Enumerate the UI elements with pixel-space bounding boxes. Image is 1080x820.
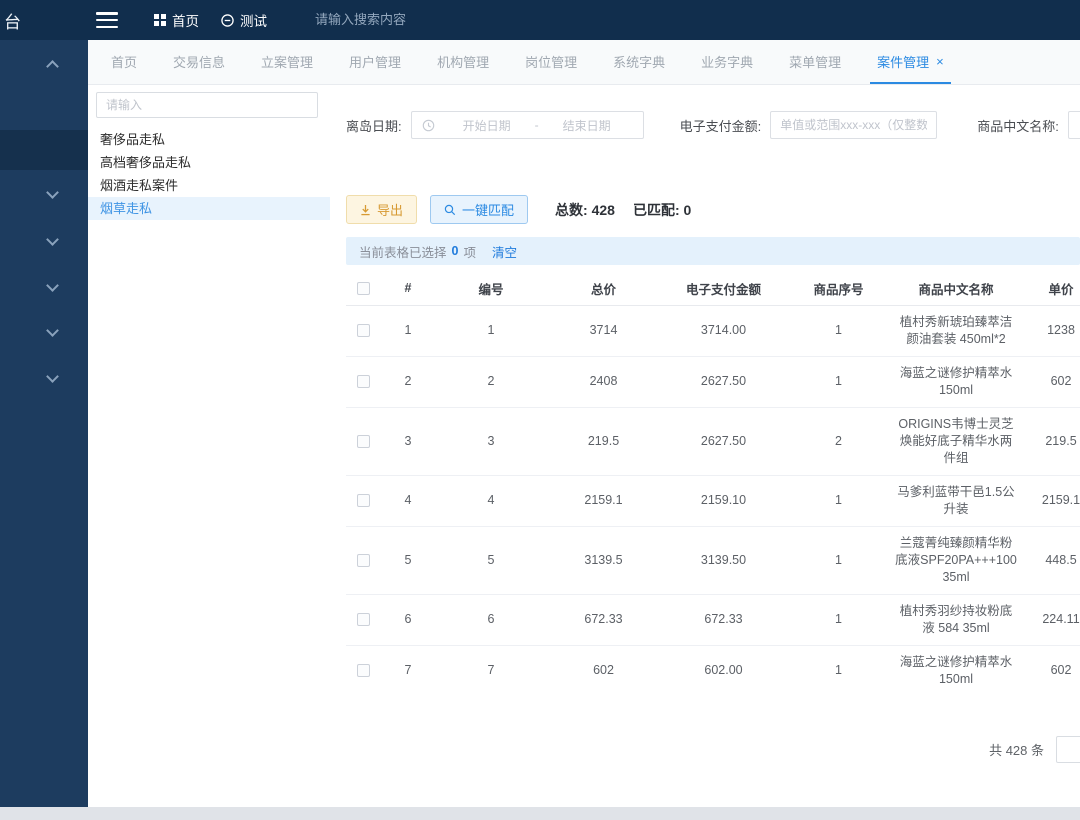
nav-home[interactable]: 首页 — [154, 10, 199, 30]
clear-selection-link[interactable]: 清空 — [492, 242, 517, 261]
toolbar: 导出 一键匹配 总数: 428 已匹配: 0 — [346, 195, 1080, 224]
left-sidebar — [0, 40, 88, 820]
tab-system-dict[interactable]: 系统字典 — [606, 40, 672, 84]
row-checkbox[interactable] — [357, 375, 370, 388]
export-button[interactable]: 导出 — [346, 195, 417, 224]
table-row: 3 3 219.5 2627.50 2 ORIGINS韦博士灵芝焕能好底子精华水… — [346, 407, 1080, 475]
main-panel: 离岛日期: 开始日期 - 结束日期 电子支付金额: 商品中文名称: — [330, 85, 1080, 820]
total-records-text: 共 428 条 — [989, 740, 1044, 759]
row-checkbox[interactable] — [357, 664, 370, 677]
app-logo: 台 — [0, 8, 96, 33]
select-all-checkbox[interactable] — [357, 282, 370, 295]
col-header-unit-price[interactable]: 单价 — [1021, 272, 1080, 305]
pagination-footer: 共 428 条 — [346, 736, 1080, 763]
tab-business-dict[interactable]: 业务字典 — [694, 40, 760, 84]
selection-bar: 当前表格已选择 0 项 清空 — [346, 237, 1080, 265]
col-header-product-seq[interactable]: 商品序号 — [786, 272, 891, 305]
tree-item-tobacco-selected[interactable]: 烟草走私 — [88, 197, 330, 220]
chevron-up-icon[interactable] — [48, 62, 57, 71]
table-row: 6 6 672.33 672.33 1 植村秀羽纱持妆粉底液 584 35ml … — [346, 594, 1080, 645]
export-button-label: 导出 — [377, 200, 403, 219]
date-filter-label: 离岛日期: — [346, 116, 402, 135]
row-checkbox[interactable] — [357, 613, 370, 626]
hamburger-menu-icon[interactable] — [96, 12, 120, 28]
matched-count: 已匹配: 0 — [633, 200, 691, 220]
clock-icon — [422, 119, 435, 132]
tab-menu-mgmt[interactable]: 菜单管理 — [782, 40, 848, 84]
tab-post-mgmt[interactable]: 岗位管理 — [518, 40, 584, 84]
chevron-down-icon[interactable] — [48, 188, 57, 197]
chevron-down-icon[interactable] — [48, 281, 57, 290]
case-type-panel: 奢侈品走私 高档奢侈品走私 烟酒走私案件 烟草走私 — [88, 85, 330, 820]
nav-home-label: 首页 — [172, 10, 199, 30]
nav-test[interactable]: 测试 — [221, 10, 267, 30]
download-icon — [360, 204, 371, 216]
col-header-epay-amount[interactable]: 电子支付金额 — [661, 272, 786, 305]
tree-item-highend-luxury[interactable]: 高档奢侈品走私 — [88, 151, 330, 174]
circle-minus-icon — [221, 14, 234, 27]
nav-test-label: 测试 — [240, 10, 267, 30]
col-header-total-price[interactable]: 总价 — [546, 272, 661, 305]
tab-bar: 首页 交易信息 立案管理 用户管理 机构管理 岗位管理 系统字典 业务字典 菜单… — [88, 40, 1080, 85]
table-header-row: # 编号 总价 电子支付金额 商品序号 商品中文名称 单价 — [346, 272, 1080, 305]
table-row: 2 2 2408 2627.50 1 海蓝之谜修护精萃水 150ml 602 — [346, 356, 1080, 407]
chevron-down-icon[interactable] — [48, 235, 57, 244]
match-button-label: 一键匹配 — [462, 200, 514, 219]
tab-case-filing[interactable]: 立案管理 — [254, 40, 320, 84]
table-row: 5 5 3139.5 3139.50 1 兰蔻菁纯臻颜精华粉底液SPF20PA+… — [346, 526, 1080, 594]
table-row: 7 7 602 602.00 1 海蓝之谜修护精萃水 150ml 602 — [346, 645, 1080, 690]
product-name-filter-label: 商品中文名称: — [977, 116, 1059, 135]
tree-item-luxury[interactable]: 奢侈品走私 — [88, 128, 330, 151]
one-key-match-button[interactable]: 一键匹配 — [430, 195, 528, 224]
grid-icon — [154, 14, 166, 26]
tree-search-input[interactable] — [96, 92, 318, 118]
date-start-placeholder[interactable]: 开始日期 — [441, 117, 533, 134]
amount-filter-input[interactable] — [770, 111, 937, 139]
close-icon[interactable]: × — [936, 54, 944, 69]
date-end-placeholder[interactable]: 结束日期 — [541, 117, 633, 134]
row-checkbox[interactable] — [357, 494, 370, 507]
top-navbar: 台 首页 测试 — [0, 0, 1080, 40]
date-separator: - — [533, 118, 541, 132]
table-row: 1 1 3714 3714.00 1 植村秀新琥珀臻萃洁颜油套装 450ml*2… — [346, 305, 1080, 356]
tab-trade-info[interactable]: 交易信息 — [166, 40, 232, 84]
col-header-index[interactable]: # — [380, 272, 436, 305]
selection-suffix: 项 — [463, 242, 476, 261]
tab-org-mgmt[interactable]: 机构管理 — [430, 40, 496, 84]
results-table: # 编号 总价 电子支付金额 商品序号 商品中文名称 单价 — [346, 272, 1080, 690]
date-range-picker[interactable]: 开始日期 - 结束日期 — [411, 111, 644, 139]
pagination-control[interactable] — [1056, 736, 1080, 763]
row-checkbox[interactable] — [357, 435, 370, 448]
col-header-product-name[interactable]: 商品中文名称 — [891, 272, 1021, 305]
chevron-down-icon[interactable] — [48, 326, 57, 335]
tab-user-mgmt[interactable]: 用户管理 — [342, 40, 408, 84]
tab-case-mgmt-active[interactable]: 案件管理 × — [870, 40, 951, 84]
amount-filter-label: 电子支付金额: — [680, 116, 762, 135]
product-name-filter-input[interactable] — [1068, 111, 1080, 139]
filter-row: 离岛日期: 开始日期 - 结束日期 电子支付金额: 商品中文名称: — [346, 111, 1080, 139]
total-count: 总数: 428 — [555, 200, 615, 220]
selection-count: 0 — [452, 244, 459, 258]
tree-item-tobacco-alcohol[interactable]: 烟酒走私案件 — [88, 174, 330, 197]
search-icon — [444, 204, 456, 216]
table-row: 4 4 2159.1 2159.10 1 马爹利蓝带干邑1.5公升装 2159.… — [346, 475, 1080, 526]
selection-prefix: 当前表格已选择 — [359, 242, 447, 261]
global-search-input[interactable] — [315, 12, 495, 27]
row-checkbox[interactable] — [357, 554, 370, 567]
global-search[interactable] — [315, 11, 495, 29]
chevron-down-icon[interactable] — [48, 372, 57, 381]
tab-home[interactable]: 首页 — [104, 40, 144, 84]
col-header-number[interactable]: 编号 — [436, 272, 546, 305]
row-checkbox[interactable] — [357, 324, 370, 337]
sidebar-active-item[interactable] — [0, 130, 88, 170]
bottom-edge — [0, 807, 1080, 820]
